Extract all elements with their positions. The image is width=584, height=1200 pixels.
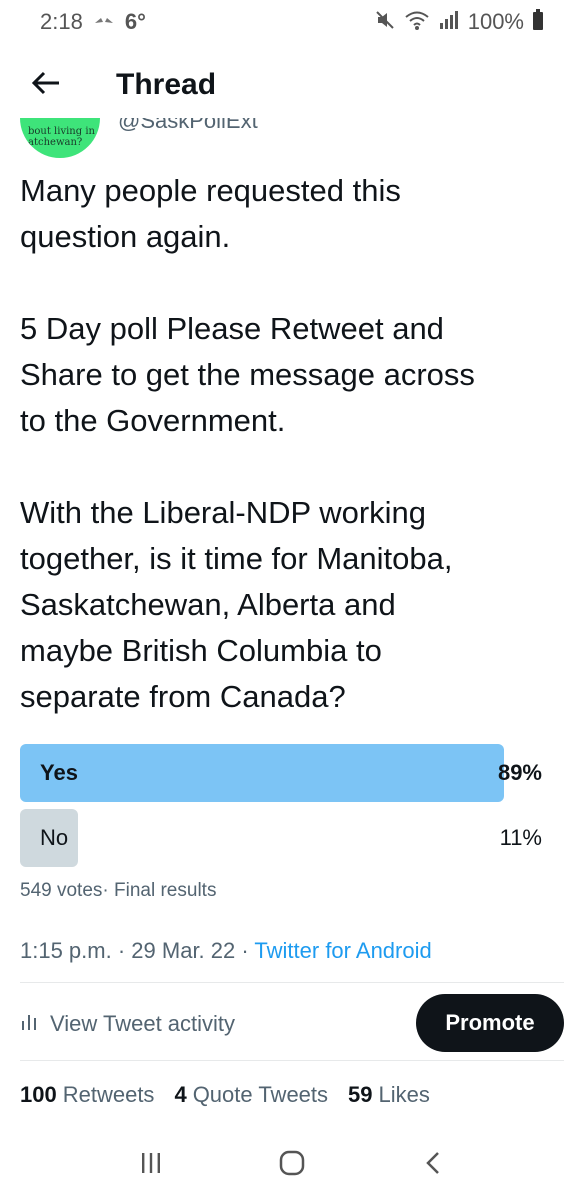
retweets-count: 100 [20, 1082, 57, 1107]
tweet-date: 29 Mar. 22 [131, 938, 236, 963]
system-nav-bar [0, 1130, 584, 1200]
tweet-timestamp: 1:15 p.m. · 29 Mar. 22 · Twitter for And… [20, 938, 432, 964]
quote-tweets-stat[interactable]: 4 Quote Tweets [174, 1082, 328, 1108]
avatar[interactable]: bout living in atchewan? [20, 118, 100, 158]
status-left: 2:18 6° [40, 9, 146, 35]
divider [20, 1060, 564, 1061]
home-button[interactable] [262, 1135, 322, 1195]
promote-button[interactable]: Promote [416, 994, 564, 1052]
status-time: 2:18 [40, 9, 83, 34]
poll-meta: 549 votes· Final results [20, 880, 216, 902]
retweets-label: Retweets [62, 1082, 155, 1107]
home-icon [278, 1149, 306, 1182]
tweet-time: 1:15 p.m. [20, 938, 112, 963]
tweet-source-link[interactable]: Twitter for Android [254, 938, 431, 963]
page-title: Thread [116, 68, 217, 101]
likes-stat[interactable]: 59 Likes [348, 1082, 430, 1108]
bar-chart-icon [20, 1011, 38, 1037]
poll-percent-yes: 89% [497, 760, 542, 785]
poll-bar-yes [20, 744, 504, 802]
notification-icon [93, 12, 115, 33]
tweet-text: Many people requested this question agai… [20, 173, 475, 714]
mute-icon [374, 9, 396, 36]
back-button[interactable] [16, 55, 76, 115]
wifi-icon [404, 9, 430, 36]
back-icon [423, 1150, 443, 1181]
likes-count: 59 [348, 1082, 373, 1107]
arrow-left-icon [31, 70, 61, 101]
poll-option-no: No 11% [20, 809, 564, 867]
status-temperature: 6° [124, 9, 146, 34]
view-tweet-activity-button[interactable]: View Tweet activity [20, 994, 235, 1054]
battery-icon [532, 8, 544, 36]
quotes-count: 4 [174, 1082, 187, 1107]
poll-separator: · [102, 880, 115, 901]
status-bar: 2:18 6° 100% [0, 0, 584, 44]
poll-label-yes: Yes [40, 760, 78, 785]
dot-separator: · [241, 938, 255, 963]
likes-label: Likes [378, 1082, 430, 1107]
engagement-stats: 100 Retweets 4 Quote Tweets 59 Likes [20, 1082, 430, 1108]
dot-separator: · [117, 938, 132, 963]
activity-row: View Tweet activity Promote [20, 994, 564, 1054]
author-row: bout living in atchewan? @SaskPollExt [0, 118, 584, 158]
quotes-label: Quote Tweets [192, 1082, 329, 1107]
retweets-stat[interactable]: 100 Retweets [20, 1082, 154, 1108]
system-back-button[interactable] [403, 1135, 463, 1195]
poll-votes: 549 votes [20, 880, 103, 901]
avatar-text: bout living in atchewan? [28, 126, 95, 148]
author-handle[interactable]: @SaskPollExt [118, 118, 258, 134]
signal-icon [438, 9, 460, 36]
poll-label-no: No [40, 825, 69, 850]
header: Thread [0, 52, 584, 118]
status-battery-text: 100% [467, 9, 524, 34]
poll-option-yes: Yes 89% [20, 744, 564, 802]
poll-percent-no: 11% [499, 825, 542, 850]
recent-apps-button[interactable] [121, 1135, 181, 1195]
recent-apps-icon [139, 1151, 163, 1180]
poll-status: Final results [114, 880, 217, 901]
status-right: 100% [374, 8, 544, 36]
divider [20, 982, 564, 983]
view-activity-label: View Tweet activity [50, 1011, 236, 1036]
